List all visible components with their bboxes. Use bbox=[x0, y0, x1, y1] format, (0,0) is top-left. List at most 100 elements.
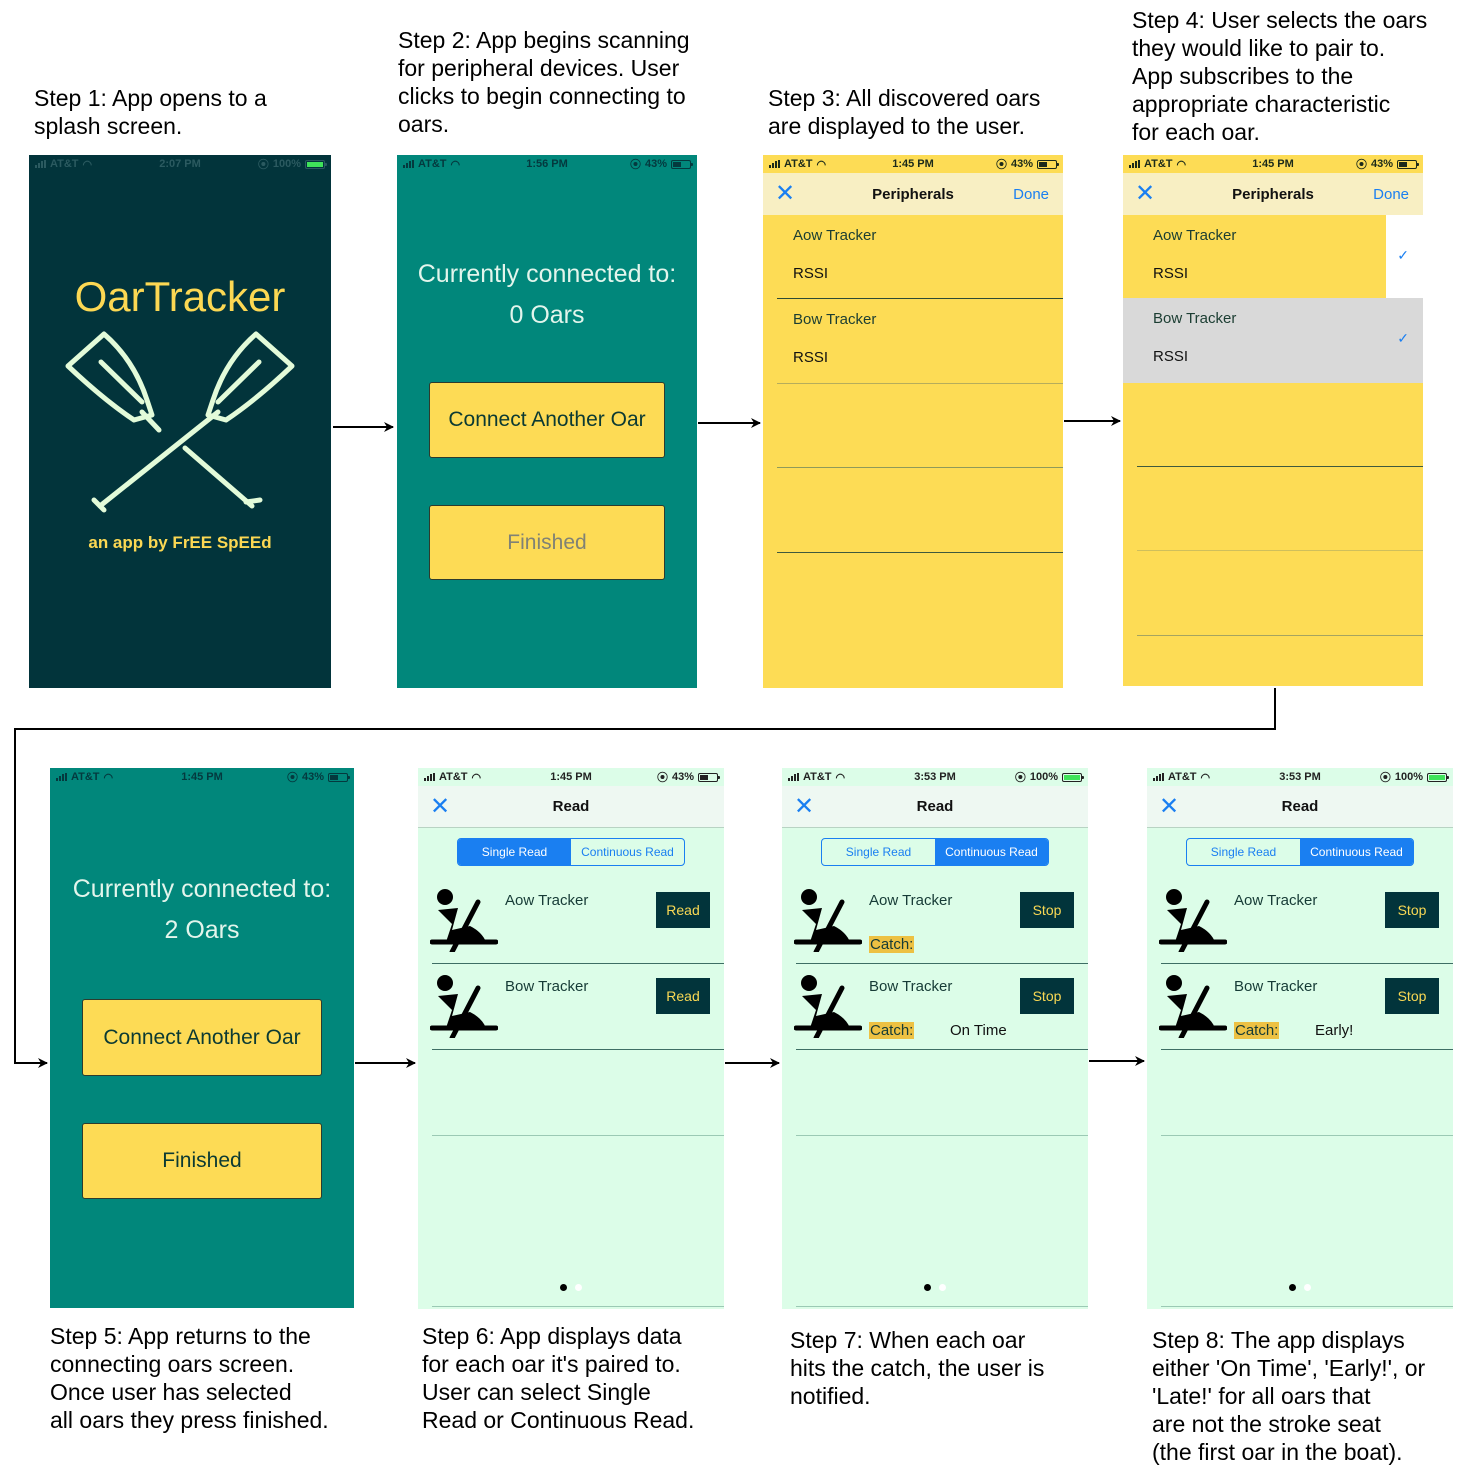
stop-button[interactable]: Stop bbox=[1020, 978, 1074, 1014]
checkmark-icon: ✓ bbox=[1397, 330, 1409, 346]
rotation-lock-icon: ⦿ bbox=[656, 772, 668, 784]
screen-peripherals-selected: AT&T ◠ 1:45 PM ⦿ 43% ✕ Peripherals Done Ao… bbox=[1123, 155, 1423, 686]
signal-icon bbox=[1153, 773, 1164, 781]
segment-continuous-read[interactable]: Continuous Read bbox=[571, 839, 684, 865]
signal-icon bbox=[56, 773, 67, 781]
segment-continuous-read[interactable]: Continuous Read bbox=[1300, 839, 1413, 865]
stop-button[interactable]: Stop bbox=[1385, 978, 1439, 1014]
caption-step-3: Step 3: All discovered oars are displaye… bbox=[768, 85, 1041, 139]
read-mode-segmented-control: Single Read Continuous Read bbox=[457, 838, 685, 866]
status-bar: AT&T ◠ 1:45 PM ⦿ 43% bbox=[418, 768, 724, 786]
oar-name: Bow Tracker bbox=[869, 978, 953, 995]
divider bbox=[1137, 466, 1423, 467]
screen-connect-initial: AT&T ◠ 1:56 PM ⦿ 43% Currently connected t… bbox=[397, 155, 697, 688]
rower-icon bbox=[794, 975, 862, 1038]
divider bbox=[796, 1049, 1088, 1050]
carrier-label: AT&T bbox=[1168, 771, 1197, 783]
battery-icon bbox=[671, 159, 693, 169]
wifi-icon: ◠ bbox=[103, 771, 114, 784]
stop-button[interactable]: Stop bbox=[1385, 892, 1439, 928]
battery-icon bbox=[305, 159, 328, 169]
oar-count: 2 Oars bbox=[164, 916, 240, 944]
oar-row: Bow Tracker Stop Catch: Early! bbox=[1147, 964, 1453, 1050]
nav-title: Read bbox=[1281, 798, 1319, 815]
carrier-label: AT&T bbox=[803, 771, 832, 783]
close-icon[interactable]: ✕ bbox=[1159, 794, 1179, 819]
peripheral-cell[interactable]: Aow Tracker RSSI bbox=[763, 215, 1063, 300]
rotation-lock-icon: ⦿ bbox=[1355, 159, 1367, 171]
caption-step-5: Step 5: App returns to the connecting oa… bbox=[50, 1323, 329, 1433]
oar-count: 0 Oars bbox=[509, 301, 585, 329]
done-button[interactable]: Done bbox=[1373, 186, 1409, 203]
timing-result: On Time bbox=[950, 1022, 1007, 1039]
screen-splash: AT&T ◠ 2:07 PM ⦿ 100% OarTracker an app by… bbox=[29, 155, 331, 688]
peripheral-cell[interactable]: Bow Tracker RSSI bbox=[763, 299, 1063, 384]
signal-icon bbox=[403, 160, 414, 168]
done-button[interactable]: Done bbox=[1013, 186, 1049, 203]
rotation-lock-icon: ⦿ bbox=[1379, 772, 1391, 784]
page-indicator[interactable] bbox=[782, 1284, 1088, 1291]
wifi-icon: ◠ bbox=[835, 771, 846, 784]
page-dot-active bbox=[924, 1284, 931, 1291]
divider bbox=[1137, 635, 1423, 636]
catch-indicator: Catch: bbox=[869, 1022, 915, 1039]
divider bbox=[1161, 1135, 1453, 1136]
close-icon[interactable]: ✕ bbox=[794, 794, 814, 819]
divider bbox=[1137, 550, 1423, 551]
battery-icon bbox=[1062, 772, 1084, 782]
nav-bar: ✕ Read bbox=[418, 786, 724, 828]
status-bar: AT&T ◠ 1:45 PM ⦿ 43% bbox=[50, 768, 354, 786]
connect-another-oar-button[interactable]: Connect Another Oar bbox=[429, 382, 665, 458]
status-time: 1:45 PM bbox=[181, 771, 223, 783]
status-time: 3:53 PM bbox=[914, 771, 956, 783]
catch-indicator: Catch: bbox=[1234, 1022, 1280, 1039]
battery-icon bbox=[1427, 772, 1449, 782]
status-time: 3:53 PM bbox=[1279, 771, 1321, 783]
status-time: 1:45 PM bbox=[892, 158, 934, 170]
peripheral-cell-selected[interactable]: Aow Tracker RSSI ✓ bbox=[1123, 215, 1423, 300]
signal-icon bbox=[424, 773, 435, 781]
rotation-lock-icon: ⦿ bbox=[257, 159, 269, 171]
divider bbox=[796, 1306, 1088, 1307]
nav-title: Read bbox=[552, 798, 590, 815]
oar-row: Aow Tracker Stop Catch: bbox=[782, 878, 1088, 964]
wifi-icon: ◠ bbox=[82, 158, 93, 171]
status-bar: AT&T ◠ 3:53 PM ⦿ 100% bbox=[782, 768, 1088, 786]
battery-percent: 43% bbox=[671, 771, 694, 783]
stop-button[interactable]: Stop bbox=[1020, 892, 1074, 928]
connected-label: Currently connected to: bbox=[417, 260, 677, 288]
segment-single-read[interactable]: Single Read bbox=[458, 839, 571, 865]
status-bar: AT&T ◠ 3:53 PM ⦿ 100% bbox=[1147, 768, 1453, 786]
peripheral-name: Aow Tracker bbox=[1153, 227, 1237, 244]
close-icon[interactable]: ✕ bbox=[775, 182, 795, 206]
peripheral-cell-highlighted[interactable]: Bow Tracker RSSI ✓ bbox=[1123, 298, 1423, 383]
read-button[interactable]: Read bbox=[656, 978, 710, 1014]
segment-single-read[interactable]: Single Read bbox=[822, 839, 935, 865]
page-indicator[interactable] bbox=[1147, 1284, 1453, 1291]
app-subtitle: an app by FrEE SpEEd bbox=[88, 533, 272, 552]
carrier-label: AT&T bbox=[784, 158, 813, 170]
page-indicator[interactable] bbox=[418, 1284, 724, 1291]
finished-button[interactable]: Finished bbox=[429, 505, 665, 580]
segment-single-read[interactable]: Single Read bbox=[1187, 839, 1300, 865]
battery-percent: 43% bbox=[644, 158, 667, 170]
carrier-label: AT&T bbox=[1144, 158, 1173, 170]
close-icon[interactable]: ✕ bbox=[430, 794, 450, 819]
nav-bar: ✕ Peripherals Done bbox=[1123, 173, 1423, 215]
screen-peripherals: AT&T ◠ 1:45 PM ⦿ 43% ✕ Peripherals Done Ao… bbox=[763, 155, 1063, 688]
oar-row: Bow Tracker Read bbox=[418, 964, 724, 1050]
close-icon[interactable]: ✕ bbox=[1135, 182, 1155, 206]
segment-continuous-read[interactable]: Continuous Read bbox=[935, 839, 1048, 865]
read-button[interactable]: Read bbox=[656, 892, 710, 928]
divider bbox=[1161, 1049, 1453, 1050]
caption-step-2: Step 2: App begins scanning for peripher… bbox=[398, 27, 690, 137]
battery-icon bbox=[327, 772, 350, 782]
rotation-lock-icon: ⦿ bbox=[995, 159, 1007, 171]
finished-button[interactable]: Finished bbox=[82, 1123, 322, 1199]
page-dot bbox=[939, 1284, 946, 1291]
rotation-lock-icon: ⦿ bbox=[1014, 772, 1026, 784]
battery-percent: 43% bbox=[1370, 158, 1393, 170]
peripheral-rssi: RSSI bbox=[1153, 348, 1189, 365]
connect-another-oar-button[interactable]: Connect Another Oar bbox=[82, 999, 322, 1076]
caption-step-7: Step 7: When each oar hits the catch, th… bbox=[790, 1327, 1045, 1409]
